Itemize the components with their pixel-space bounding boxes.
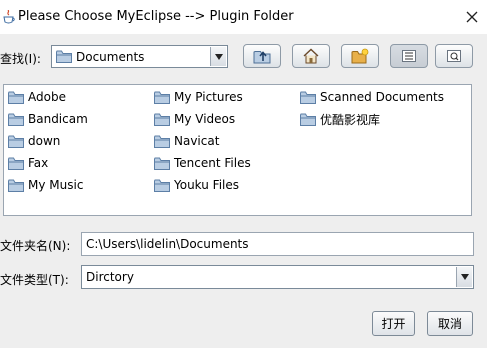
- list-item[interactable]: My Music: [8, 176, 83, 194]
- list-item-label: Navicat: [174, 134, 220, 148]
- filetype-combo[interactable]: Dirctory: [81, 265, 474, 289]
- list-view-icon: [402, 50, 416, 62]
- folder-icon: [8, 157, 24, 170]
- up-one-level-button[interactable]: [243, 44, 281, 68]
- home-icon: [303, 48, 319, 64]
- new-folder-button[interactable]: [341, 44, 379, 68]
- list-item[interactable]: 优酷影视库: [300, 110, 380, 128]
- cancel-button[interactable]: 取消: [427, 311, 473, 336]
- home-button[interactable]: [292, 44, 330, 68]
- list-item-label: down: [28, 134, 61, 148]
- list-item-label: Youku Files: [174, 178, 240, 192]
- folder-icon: [8, 179, 24, 192]
- list-item[interactable]: Navicat: [154, 132, 219, 150]
- java-cup-icon: [3, 10, 15, 24]
- foldername-label: 文件夹名(N):: [0, 239, 71, 253]
- list-item-label: Bandicam: [28, 112, 88, 126]
- details-view-icon: [447, 50, 461, 62]
- list-item-label: My Pictures: [174, 90, 243, 104]
- chevron-down-icon: [460, 274, 469, 280]
- list-item[interactable]: Scanned Documents: [300, 88, 444, 106]
- close-button[interactable]: [459, 4, 485, 30]
- filetype-dropdown-button[interactable]: [456, 267, 472, 287]
- list-item-label: Fax: [28, 156, 49, 170]
- folder-icon: [8, 113, 24, 126]
- list-item[interactable]: Bandicam: [8, 110, 88, 128]
- window-title: Please Choose MyEclipse --> Plugin Folde…: [18, 9, 294, 24]
- open-button[interactable]: 打开: [372, 311, 415, 336]
- details-view-button[interactable]: [435, 44, 473, 68]
- folder-icon: [154, 91, 170, 104]
- up-one-level-icon: [253, 51, 271, 64]
- foldername-input[interactable]: C:\Users\lidelin\Documents: [81, 232, 474, 256]
- folder-icon: [8, 135, 24, 148]
- new-folder-icon: [351, 48, 369, 64]
- title-bar: Please Choose MyEclipse --> Plugin Folde…: [0, 0, 487, 34]
- folder-icon: [8, 91, 24, 104]
- list-item-label: My Videos: [174, 112, 236, 126]
- chevron-down-icon: [214, 53, 223, 60]
- lookin-label: 查找(I):: [0, 52, 41, 66]
- list-item-label: Adobe: [28, 90, 66, 104]
- lookin-combo[interactable]: Documents: [51, 45, 228, 68]
- lookin-value: Documents: [76, 49, 145, 64]
- folder-icon: [154, 113, 170, 126]
- file-list[interactable]: Adobe Bandicam down Fax My Music My Pictures M…: [3, 84, 472, 216]
- list-item[interactable]: My Pictures: [154, 88, 243, 106]
- list-item-label: 优酷影视库: [320, 112, 381, 127]
- list-item-label: My Music: [28, 178, 84, 192]
- folder-icon: [56, 50, 72, 63]
- list-view-button[interactable]: [390, 44, 428, 68]
- list-item-label: Tencent Files: [174, 156, 251, 170]
- folder-icon: [154, 157, 170, 170]
- filetype-value: Dirctory: [86, 270, 134, 284]
- list-item[interactable]: Fax: [8, 154, 48, 172]
- close-icon: [466, 11, 478, 23]
- folder-icon: [300, 113, 316, 126]
- folder-icon: [154, 135, 170, 148]
- list-item[interactable]: My Videos: [154, 110, 235, 128]
- list-item[interactable]: Tencent Files: [154, 154, 251, 172]
- folder-icon: [154, 179, 170, 192]
- lookin-dropdown-button[interactable]: [210, 47, 226, 66]
- list-item[interactable]: Youku Files: [154, 176, 239, 194]
- folder-icon: [300, 91, 316, 104]
- filetype-label: 文件类型(T):: [0, 273, 69, 287]
- list-item[interactable]: Adobe: [8, 88, 66, 106]
- list-item-label: Scanned Documents: [320, 90, 445, 104]
- list-item[interactable]: down: [8, 132, 60, 150]
